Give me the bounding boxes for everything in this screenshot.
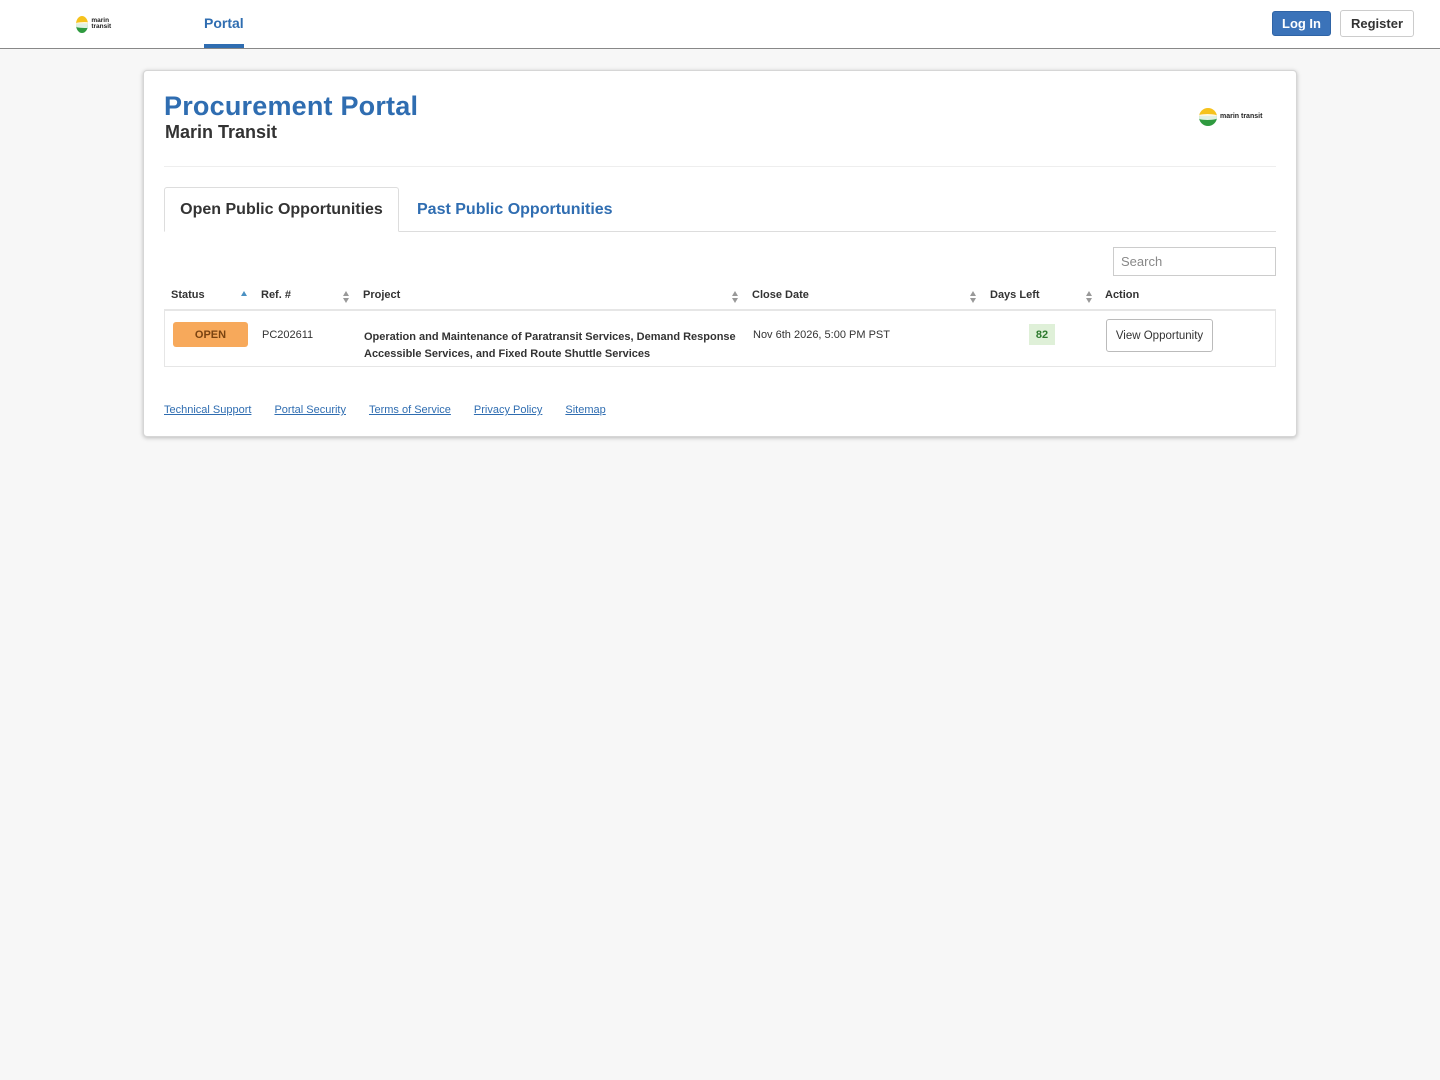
ref-number: PC202611 <box>262 329 314 341</box>
column-header-status[interactable]: Status <box>171 281 205 311</box>
search-input[interactable] <box>1113 247 1276 276</box>
table-header-row: Status Ref. # Project Close Date Days Le… <box>164 281 1276 311</box>
column-header-ref[interactable]: Ref. # <box>261 281 291 311</box>
column-header-close-date[interactable]: Close Date <box>752 281 809 311</box>
page-title: Procurement Portal <box>164 91 419 121</box>
sort-icon[interactable] <box>343 291 351 303</box>
project-name: Operation and Maintenance of Paratransit… <box>364 331 736 360</box>
nav-tab-active-indicator <box>204 44 244 48</box>
table-row: OPEN PC202611 Operation and Maintenance … <box>164 311 1276 367</box>
days-left-badge: 82 <box>1029 324 1055 345</box>
opportunities-table: Status Ref. # Project Close Date Days Le… <box>164 281 1276 367</box>
nav-tab-portal[interactable]: Portal <box>204 0 244 48</box>
logo-icon <box>1199 108 1217 126</box>
header-divider <box>164 166 1276 167</box>
close-date: Nov 6th 2026, 5:00 PM PST <box>753 329 890 341</box>
tab-open-opportunities[interactable]: Open Public Opportunities <box>164 187 399 232</box>
footer-link-terms-of-service[interactable]: Terms of Service <box>369 404 451 416</box>
column-header-days-left[interactable]: Days Left <box>990 281 1040 311</box>
register-button[interactable]: Register <box>1340 10 1414 37</box>
sort-icon[interactable] <box>732 291 740 303</box>
top-navbar: marin transit Portal Log In Register <box>0 0 1440 49</box>
page-subtitle: Marin Transit <box>165 122 278 142</box>
marin-transit-logo[interactable]: marin transit <box>76 14 120 34</box>
logo-icon <box>76 15 89 33</box>
column-header-action: Action <box>1105 289 1140 301</box>
footer-links: Technical Support Portal Security Terms … <box>164 404 629 416</box>
agency-logo: marin transit <box>1199 108 1262 126</box>
footer-link-sitemap[interactable]: Sitemap <box>565 404 605 416</box>
logo-text: marin transit <box>91 17 112 30</box>
footer-link-privacy-policy[interactable]: Privacy Policy <box>474 404 542 416</box>
logo-text: marin transit <box>1220 112 1263 120</box>
sort-ascending-icon[interactable] <box>241 291 249 303</box>
sort-icon[interactable] <box>1086 291 1094 303</box>
tab-past-opportunities[interactable]: Past Public Opportunities <box>417 187 613 232</box>
footer-link-technical-support[interactable]: Technical Support <box>164 404 251 416</box>
status-badge: OPEN <box>173 322 248 347</box>
login-button[interactable]: Log In <box>1272 11 1331 36</box>
sort-icon[interactable] <box>970 291 978 303</box>
footer-link-portal-security[interactable]: Portal Security <box>274 404 346 416</box>
column-header-project[interactable]: Project <box>363 281 400 311</box>
procurement-card: Procurement Portal Marin Transit marin t… <box>143 70 1297 437</box>
view-opportunity-button[interactable]: View Opportunity <box>1106 319 1213 352</box>
